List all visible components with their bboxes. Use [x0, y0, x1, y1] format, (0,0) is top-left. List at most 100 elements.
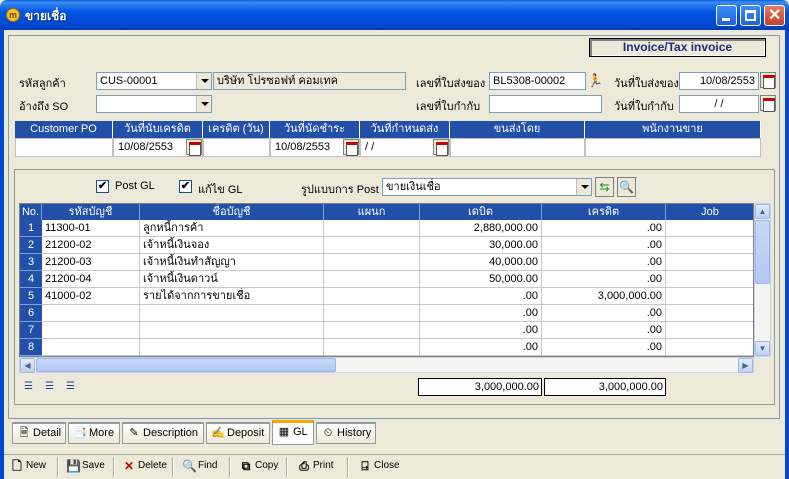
debit-cell[interactable]: .00: [420, 339, 542, 356]
scroll-right-icon[interactable]: ▶: [738, 358, 753, 373]
credit-cell[interactable]: .00: [542, 322, 666, 339]
salesperson-field[interactable]: [585, 138, 761, 157]
chevron-down-icon[interactable]: [196, 96, 211, 112]
credit-cell[interactable]: .00: [542, 254, 666, 271]
tab-gl[interactable]: ▦ GL: [272, 420, 314, 445]
add-row-icon[interactable]: ☰: [40, 377, 59, 396]
debit-cell[interactable]: 40,000.00: [420, 254, 542, 271]
scroll-up-icon[interactable]: ▲: [755, 204, 770, 219]
row-number[interactable]: 8: [20, 339, 42, 356]
account-code-cell[interactable]: 11300-01: [42, 220, 140, 237]
tax-no-field[interactable]: [489, 95, 602, 113]
department-cell[interactable]: [324, 271, 420, 288]
grid-horizontal-scrollbar[interactable]: ◀ ▶: [19, 357, 754, 373]
account-name-cell[interactable]: ลูกหนี้การค้า: [140, 220, 324, 237]
scroll-thumb[interactable]: [755, 220, 770, 284]
close-button[interactable]: ⍈ Close: [358, 458, 399, 476]
minimize-button[interactable]: [716, 5, 737, 26]
job-cell[interactable]: [666, 322, 753, 339]
credit-cell[interactable]: .00: [542, 305, 666, 322]
row-number[interactable]: 1: [20, 220, 42, 237]
credit-days-field[interactable]: [203, 138, 270, 157]
credit-cell[interactable]: .00: [542, 237, 666, 254]
row-number[interactable]: 7: [20, 322, 42, 339]
job-cell[interactable]: [666, 271, 753, 288]
job-cell[interactable]: [666, 288, 753, 305]
tax-date-field[interactable]: / /: [679, 95, 759, 113]
debit-cell[interactable]: .00: [420, 322, 542, 339]
department-cell[interactable]: [324, 339, 420, 356]
row-number[interactable]: 3: [20, 254, 42, 271]
account-code-cell[interactable]: 21200-03: [42, 254, 140, 271]
title-bar[interactable]: m ขายเชื่อ ✕: [0, 0, 789, 30]
debit-cell[interactable]: .00: [420, 305, 542, 322]
account-name-cell[interactable]: [140, 339, 324, 356]
due-date-field[interactable]: 10/08/2553: [270, 138, 360, 157]
account-code-cell[interactable]: [42, 322, 140, 339]
row-number[interactable]: 2: [20, 237, 42, 254]
find-button[interactable]: 🔍 Find: [182, 458, 217, 476]
maximize-button[interactable]: [740, 5, 761, 26]
account-code-cell[interactable]: [42, 339, 140, 356]
credit-cell[interactable]: .00: [542, 271, 666, 288]
row-number[interactable]: 6: [20, 305, 42, 322]
calendar-icon[interactable]: [343, 139, 359, 156]
account-name-cell[interactable]: [140, 305, 324, 322]
close-window-button[interactable]: ✕: [764, 5, 785, 26]
customer-code-combo[interactable]: CUS-00001: [96, 72, 212, 90]
department-cell[interactable]: [324, 254, 420, 271]
account-name-cell[interactable]: [140, 322, 324, 339]
tab-deposit[interactable]: ✍ Deposit: [206, 422, 270, 444]
scroll-down-icon[interactable]: ▼: [755, 341, 770, 356]
row-number[interactable]: 5: [20, 288, 42, 305]
calendar-icon[interactable]: [433, 139, 449, 156]
print-button[interactable]: ⎙ Print: [297, 458, 333, 476]
account-name-cell[interactable]: เจ้าหนี้เงินทำสัญญา: [140, 254, 324, 271]
account-code-cell[interactable]: 41000-02: [42, 288, 140, 305]
account-name-cell[interactable]: เจ้าหนี้เงินดาวน์: [140, 271, 324, 288]
tab-detail[interactable]: 🗎 Detail: [12, 422, 66, 444]
new-button[interactable]: 🗋 New: [10, 458, 46, 476]
debit-cell[interactable]: .00: [420, 288, 542, 305]
post-format-combo[interactable]: ขายเงินเชื่อ: [382, 178, 592, 196]
ship-date-field[interactable]: / /: [360, 138, 450, 157]
credit-cell[interactable]: .00: [542, 220, 666, 237]
tab-description[interactable]: ✎ Description: [122, 422, 204, 444]
job-cell[interactable]: [666, 254, 753, 271]
delete-row-icon[interactable]: ☰: [61, 377, 80, 396]
debit-cell[interactable]: 2,880,000.00: [420, 220, 542, 237]
scroll-thumb[interactable]: [36, 358, 336, 372]
tab-more[interactable]: 📑 More: [68, 422, 120, 444]
account-name-cell[interactable]: รายได้จากการขายเชื่อ: [140, 288, 324, 305]
account-code-cell[interactable]: 21200-02: [42, 237, 140, 254]
transport-field[interactable]: [450, 138, 585, 157]
department-cell[interactable]: [324, 305, 420, 322]
department-cell[interactable]: [324, 237, 420, 254]
department-cell[interactable]: [324, 288, 420, 305]
tab-history[interactable]: ⏲ History: [316, 422, 376, 444]
account-code-cell[interactable]: [42, 305, 140, 322]
lookup-runner-icon[interactable]: 🏃: [587, 73, 603, 89]
preview-gl-icon[interactable]: 🔍: [617, 177, 636, 197]
credit-cell[interactable]: 3,000,000.00: [542, 288, 666, 305]
job-cell[interactable]: [666, 305, 753, 322]
copy-button[interactable]: ⧉ Copy: [239, 458, 279, 476]
job-cell[interactable]: [666, 237, 753, 254]
delivery-date-field[interactable]: 10/08/2553: [679, 72, 759, 90]
credit-start-field[interactable]: 10/08/2553: [113, 138, 203, 157]
insert-row-icon[interactable]: ☰: [19, 377, 38, 396]
grid-vertical-scrollbar[interactable]: ▲ ▼: [754, 203, 771, 357]
calendar-icon[interactable]: [186, 139, 202, 156]
ref-so-combo[interactable]: [96, 95, 212, 113]
scroll-left-icon[interactable]: ◀: [20, 358, 35, 373]
credit-cell[interactable]: .00: [542, 339, 666, 356]
calendar-icon[interactable]: [760, 72, 776, 89]
account-name-cell[interactable]: เจ้าหนี้เงินจอง: [140, 237, 324, 254]
save-button[interactable]: 💾 Save: [66, 458, 105, 476]
job-cell[interactable]: [666, 220, 753, 237]
calendar-icon[interactable]: [760, 95, 776, 112]
delete-button[interactable]: ✕ Delete: [122, 458, 167, 476]
job-cell[interactable]: [666, 339, 753, 356]
debit-cell[interactable]: 50,000.00: [420, 271, 542, 288]
refresh-gl-icon[interactable]: ⇆: [595, 177, 614, 197]
